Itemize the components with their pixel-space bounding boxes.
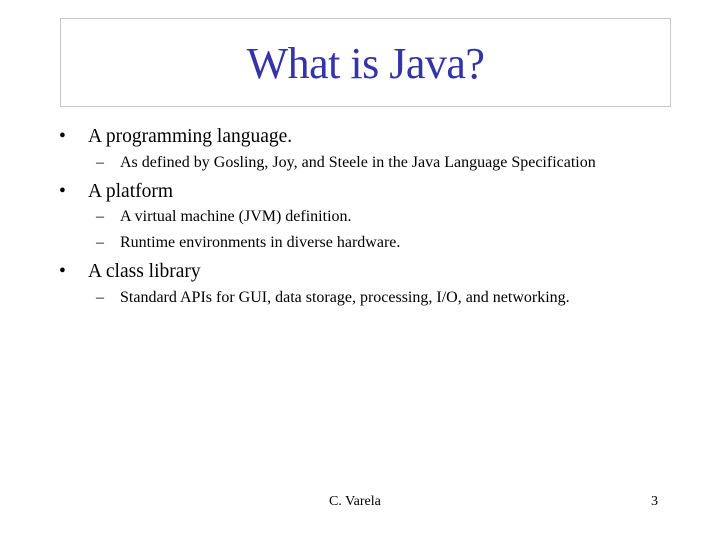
page-number: 3 (651, 494, 658, 509)
bullet-text: A programming language. (88, 126, 293, 147)
bullet-icon: • (59, 261, 66, 282)
dash-icon: – (96, 289, 104, 306)
bullet-text: A platform (88, 181, 174, 202)
sub-bullet-text: Runtime environments in diverse hardware… (120, 234, 401, 251)
bullet-text: A class library (88, 261, 201, 282)
dash-icon: – (96, 208, 104, 225)
footer-author: C. Varela (329, 494, 381, 509)
sub-bullet-text: As defined by Gosling, Joy, and Steele i… (120, 154, 596, 171)
title-box: What is Java? (60, 18, 671, 107)
sub-bullet-text: Standard APIs for GUI, data storage, pro… (120, 289, 570, 306)
bullet-icon: • (59, 126, 66, 147)
bullet-icon: • (59, 181, 66, 202)
sub-bullet-text: A virtual machine (JVM) definition. (120, 208, 352, 225)
dash-icon: – (96, 234, 104, 251)
slide-title: What is Java? (246, 39, 485, 88)
dash-icon: – (96, 154, 104, 171)
